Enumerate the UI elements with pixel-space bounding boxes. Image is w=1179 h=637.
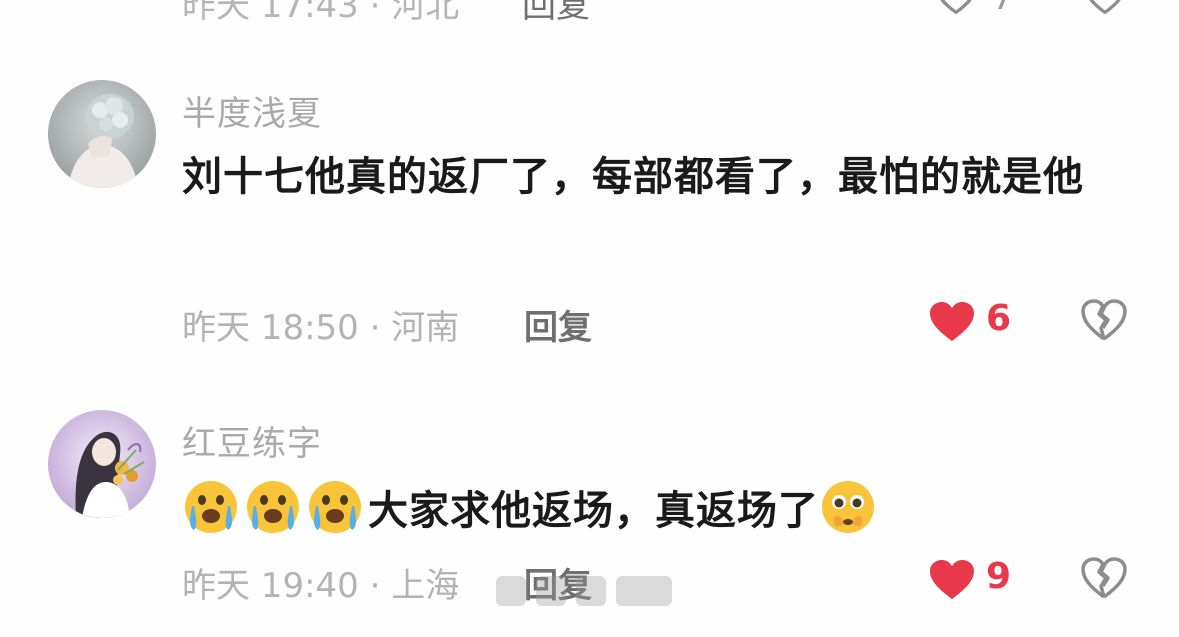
comment-text: 大家求他返场，真返场了: [368, 488, 819, 534]
like-count: 9: [986, 556, 1012, 597]
crying-face-emoji: [247, 481, 299, 533]
comment-meta: 昨天 18:50 · 河南: [182, 308, 460, 348]
comment-text: 刘十七他真的返厂了，每部都看了，最怕的就是他: [182, 154, 1084, 200]
avatar[interactable]: [48, 410, 156, 518]
crying-face-emoji: [185, 481, 237, 533]
comment-list: 昨天 17:43 · 河北 回复 7: [0, 0, 1179, 637]
like-button[interactable]: 9: [928, 556, 1038, 604]
reply-button[interactable]: 回复: [524, 300, 592, 349]
username[interactable]: 红豆练字: [182, 416, 322, 465]
like-button[interactable]: 6: [928, 298, 1038, 346]
username[interactable]: 半度浅夏: [182, 86, 322, 135]
heart-filled-icon: [930, 560, 974, 599]
heart-outline-icon[interactable]: [934, 0, 978, 16]
avatar[interactable]: [48, 80, 156, 188]
comment-text-row: 大家求他返场，真返场了: [182, 478, 1122, 542]
like-count: 7: [992, 0, 1014, 18]
avatar-image: [48, 410, 156, 518]
broken-heart-icon[interactable]: [1080, 298, 1128, 342]
heart-filled-icon: [930, 302, 974, 341]
broken-heart-icon[interactable]: [1080, 556, 1128, 600]
reply-button[interactable]: 回复: [522, 0, 590, 27]
watermark-logo: [496, 576, 672, 606]
avatar-image: [48, 80, 156, 188]
pleading-face-emoji: [822, 481, 874, 533]
like-count: 6: [986, 298, 1012, 339]
crying-face-emoji: [309, 481, 361, 533]
comment-meta: 昨天 19:40 · 上海: [182, 566, 460, 606]
broken-heart-icon[interactable]: [1082, 0, 1128, 16]
comment-meta: 昨天 17:43 · 河北: [182, 0, 460, 26]
